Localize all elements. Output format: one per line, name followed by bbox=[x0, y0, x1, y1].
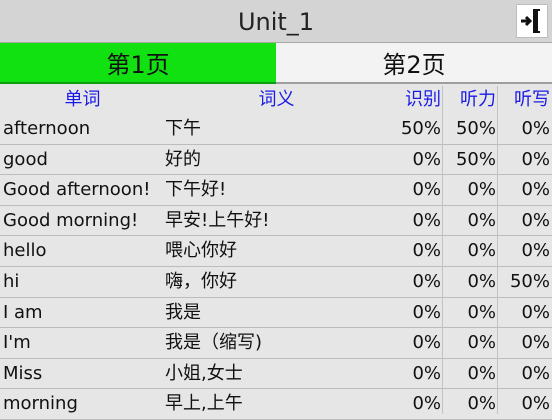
definition-cell: 好的 bbox=[165, 148, 201, 170]
listening-cell: 0% bbox=[467, 270, 496, 292]
word-cell: hello bbox=[3, 240, 47, 262]
column-header-listening[interactable]: 听力 bbox=[443, 86, 498, 114]
definition-cell: 下午 bbox=[165, 118, 201, 139]
page-tabs: 第1页 第2页 bbox=[0, 43, 552, 84]
definition-cell: 我是 bbox=[165, 301, 201, 323]
listening-cell: 0% bbox=[467, 209, 496, 231]
recognize-cell: 0% bbox=[412, 179, 441, 201]
dictation-cell: 50% bbox=[509, 270, 550, 292]
definition-cell: 下午好! bbox=[165, 179, 227, 201]
tab-page-2[interactable]: 第2页 bbox=[276, 43, 552, 84]
definition-cell: 小姐,女士 bbox=[165, 362, 243, 384]
column-header-recognize[interactable]: 识别 bbox=[388, 86, 443, 114]
dictation-cell: 0% bbox=[521, 179, 550, 201]
column-header-word[interactable]: 单词 bbox=[0, 86, 165, 114]
column-divider bbox=[497, 86, 498, 414]
word-cell: good bbox=[3, 148, 48, 170]
dictation-cell: 0% bbox=[521, 240, 550, 262]
word-table: afternoon 下午 50% 50% 0% good 好的 0% 50% 0… bbox=[0, 114, 552, 420]
listening-cell: 0% bbox=[467, 179, 496, 201]
dictation-cell: 0% bbox=[521, 118, 550, 139]
dictation-cell: 0% bbox=[521, 362, 550, 384]
recognize-cell: 0% bbox=[412, 240, 441, 262]
dictation-cell: 0% bbox=[521, 209, 550, 231]
listening-cell: 0% bbox=[467, 332, 496, 354]
table-header: 单词 词义 识别 听力 听写 bbox=[0, 86, 552, 114]
definition-cell: 早上,上午 bbox=[165, 393, 243, 415]
word-cell: Good afternoon! bbox=[3, 179, 151, 201]
word-cell: I'm bbox=[3, 332, 31, 354]
recognize-cell: 0% bbox=[412, 332, 441, 354]
table-row[interactable]: hi 嗨，你好 0% 0% 50% bbox=[0, 267, 552, 298]
column-divider bbox=[442, 86, 443, 414]
recognize-cell: 0% bbox=[412, 301, 441, 323]
definition-cell: 我是（缩写) bbox=[165, 332, 263, 354]
table-row[interactable]: I'm 我是（缩写) 0% 0% 0% bbox=[0, 328, 552, 359]
recognize-cell: 50% bbox=[400, 118, 441, 139]
dictation-cell: 0% bbox=[521, 332, 550, 354]
listening-cell: 0% bbox=[467, 240, 496, 262]
listening-cell: 0% bbox=[467, 393, 496, 415]
definition-cell: 喂心你好 bbox=[165, 240, 237, 262]
table-row[interactable]: good 好的 0% 50% 0% bbox=[0, 145, 552, 176]
listening-cell: 50% bbox=[455, 148, 496, 170]
word-cell: Miss bbox=[3, 362, 43, 384]
listening-cell: 0% bbox=[467, 362, 496, 384]
exit-button[interactable] bbox=[516, 4, 548, 38]
definition-cell: 早安!上午好! bbox=[165, 209, 270, 231]
recognize-cell: 0% bbox=[412, 270, 441, 292]
word-cell: Good morning! bbox=[3, 209, 139, 231]
unit-title: Unit_1 bbox=[237, 8, 315, 36]
table-row[interactable]: Good afternoon! 下午好! 0% 0% 0% bbox=[0, 175, 552, 206]
dictation-cell: 0% bbox=[521, 148, 550, 170]
dictation-cell: 0% bbox=[521, 393, 550, 415]
tab-page-1[interactable]: 第1页 bbox=[0, 43, 276, 84]
definition-cell: 嗨，你好 bbox=[165, 270, 237, 292]
recognize-cell: 0% bbox=[412, 393, 441, 415]
recognize-cell: 0% bbox=[412, 362, 441, 384]
word-cell: afternoon bbox=[3, 118, 91, 139]
listening-cell: 50% bbox=[455, 118, 496, 139]
word-cell: hi bbox=[3, 270, 20, 292]
table-row[interactable]: I am 我是 0% 0% 0% bbox=[0, 298, 552, 329]
exit-door-icon bbox=[521, 9, 540, 33]
listening-cell: 0% bbox=[467, 301, 496, 323]
recognize-cell: 0% bbox=[412, 148, 441, 170]
dictation-cell: 0% bbox=[521, 301, 550, 323]
title-bar: Unit_1 bbox=[0, 0, 552, 43]
word-cell: I am bbox=[3, 301, 43, 323]
table-row[interactable]: hello 喂心你好 0% 0% 0% bbox=[0, 236, 552, 267]
table-row[interactable]: Miss 小姐,女士 0% 0% 0% bbox=[0, 359, 552, 390]
table-row[interactable]: afternoon 下午 50% 50% 0% bbox=[0, 114, 552, 145]
column-header-dictation[interactable]: 听写 bbox=[498, 86, 552, 114]
table-row[interactable]: morning 早上,上午 0% 0% 0% bbox=[0, 389, 552, 420]
word-cell: morning bbox=[3, 393, 78, 415]
column-header-definition[interactable]: 词义 bbox=[165, 86, 388, 114]
recognize-cell: 0% bbox=[412, 209, 441, 231]
table-row[interactable]: Good morning! 早安!上午好! 0% 0% 0% bbox=[0, 206, 552, 237]
